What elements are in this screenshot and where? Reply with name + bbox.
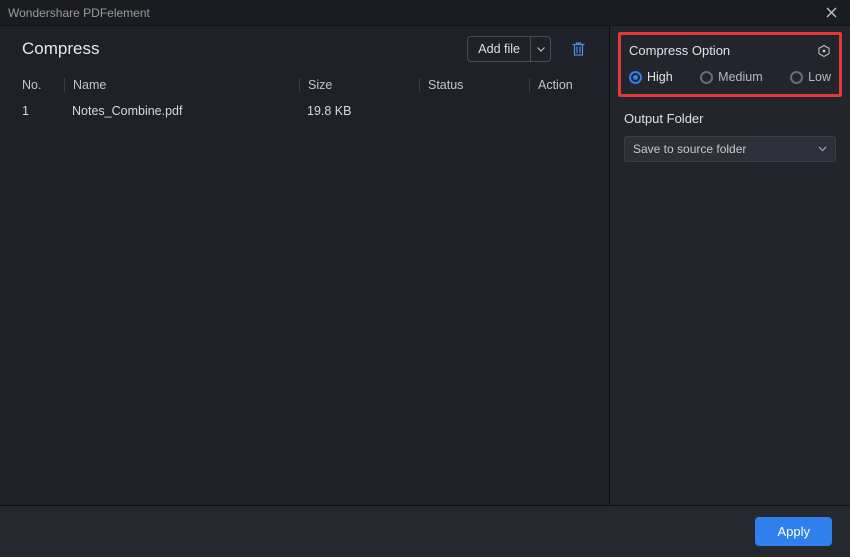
radio-high-label: High (647, 70, 673, 84)
close-button[interactable] (816, 0, 846, 26)
radio-low-label: Low (808, 70, 831, 84)
footer: Apply (0, 505, 850, 557)
compress-option-section: Compress Option High Medium Low (618, 32, 842, 97)
radio-low[interactable]: Low (790, 70, 831, 84)
compress-level-radios: High Medium Low (627, 70, 833, 84)
radio-medium-label: Medium (718, 70, 762, 84)
chevron-down-icon (818, 146, 827, 152)
chevron-down-icon (537, 47, 545, 52)
cell-no: 1 (22, 104, 64, 118)
col-header-size: Size (299, 78, 419, 92)
apply-button[interactable]: Apply (755, 517, 832, 546)
radio-icon (629, 71, 642, 84)
radio-high[interactable]: High (629, 70, 673, 84)
cell-size: 19.8 KB (299, 104, 419, 118)
col-header-status: Status (419, 78, 529, 92)
cell-status (419, 104, 529, 118)
trash-icon (571, 41, 586, 57)
col-header-name: Name (64, 78, 299, 92)
cell-name: Notes_Combine.pdf (64, 104, 299, 118)
output-folder-label: Output Folder (624, 111, 836, 126)
compress-option-header: Compress Option (627, 43, 833, 58)
add-file-group: Add file (467, 36, 551, 62)
output-folder-value: Save to source folder (633, 142, 746, 156)
titlebar: Wondershare PDFelement (0, 0, 850, 26)
cell-action (529, 104, 587, 118)
delete-button[interactable] (565, 36, 591, 62)
radio-icon (790, 71, 803, 84)
app-name: Wondershare PDFelement (8, 6, 150, 20)
compress-option-label: Compress Option (629, 43, 730, 58)
col-header-action: Action (529, 78, 587, 92)
content: Compress Add file No. Name Size Status A… (0, 26, 850, 505)
close-icon (826, 7, 837, 18)
add-file-dropdown[interactable] (530, 37, 550, 61)
table-header: No. Name Size Status Action (0, 72, 609, 98)
options-pane: Compress Option High Medium Low (610, 26, 850, 505)
page-title: Compress (22, 39, 459, 59)
left-header: Compress Add file (0, 26, 609, 72)
radio-icon (700, 71, 713, 84)
add-file-button[interactable]: Add file (468, 37, 530, 61)
table-body: 1 Notes_Combine.pdf 19.8 KB (0, 98, 609, 505)
file-list-pane: Compress Add file No. Name Size Status A… (0, 26, 610, 505)
output-folder-select[interactable]: Save to source folder (624, 136, 836, 162)
settings-icon[interactable] (817, 44, 831, 58)
table-row[interactable]: 1 Notes_Combine.pdf 19.8 KB (0, 98, 609, 124)
col-header-no: No. (22, 78, 64, 92)
radio-medium[interactable]: Medium (700, 70, 762, 84)
